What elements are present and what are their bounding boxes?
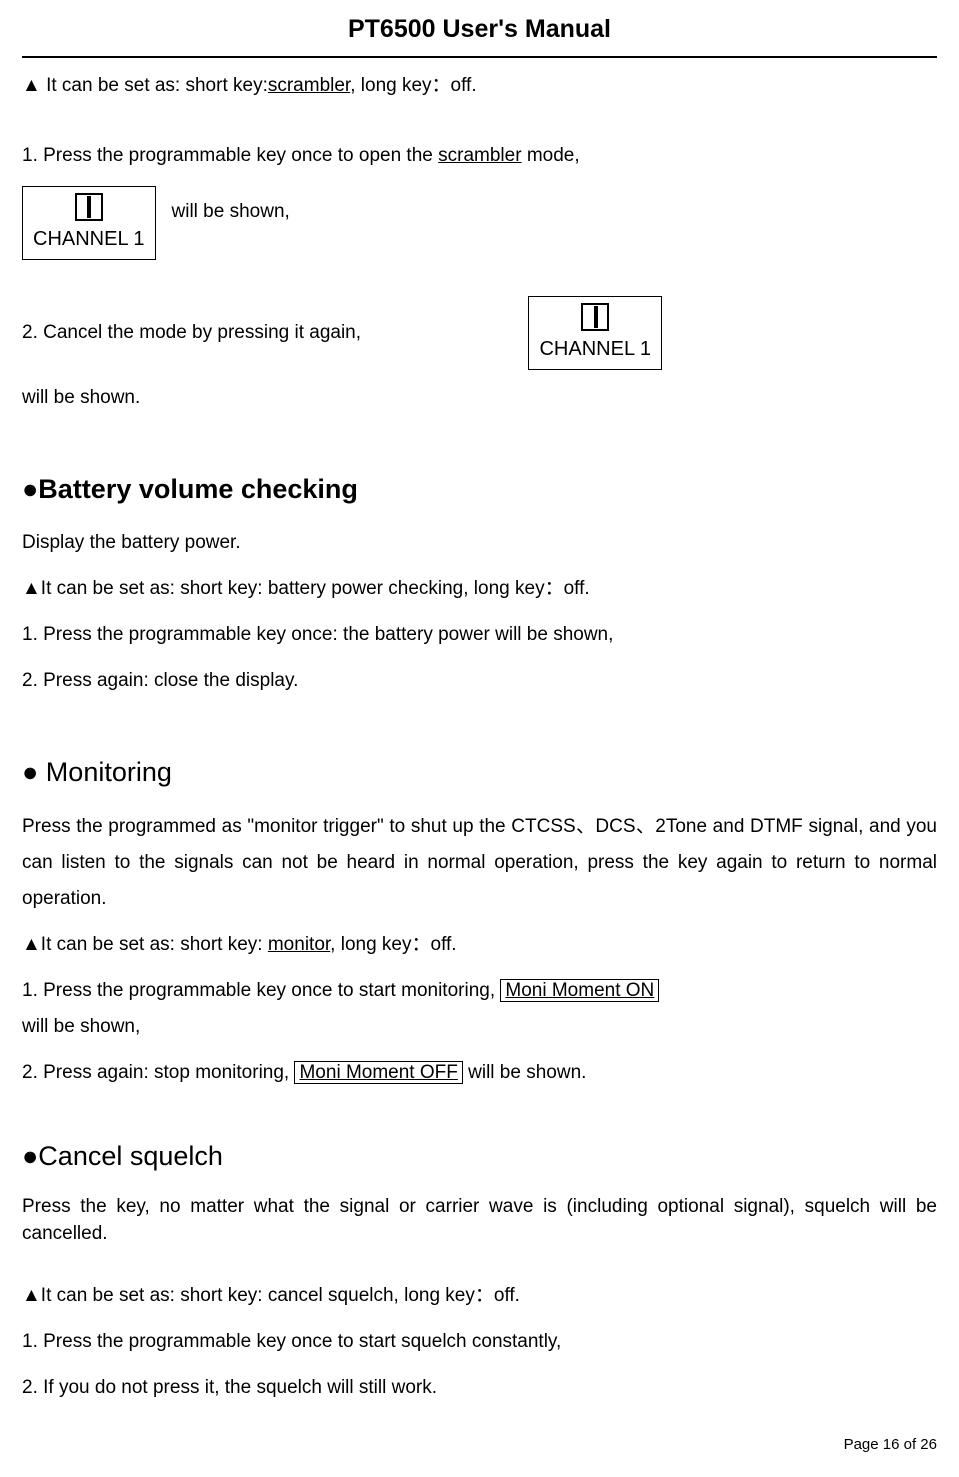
squelch-heading: ●Cancel squelch [22,1131,937,1182]
battery-l3: 1. Press the programmable key once: the … [22,617,937,653]
monitoring-l5-prefix: 2. Press again: stop monitoring, [22,1062,294,1083]
scrambler-intro-line: ▲ It can be set as: short key: scrambler… [22,68,937,104]
lcd-display-2: CHANNEL 1 [528,296,662,370]
squelch-l4: 2. If you do not press it, the squelch w… [22,1370,937,1406]
document-title: PT6500 User's Manual [22,6,937,58]
monitoring-l5: 2. Press again: stop monitoring, Moni Mo… [22,1055,937,1091]
battery-l4: 2. Press again: close the display. [22,663,937,699]
triangle-up-icon: ▲ It can be set as: short key: [22,68,268,104]
squelch-l2: ▲It can be set as: short key: cancel squ… [22,1278,937,1314]
scrambler-word: scrambler [268,75,350,96]
step2-after: will be shown. [22,380,937,416]
battery-l2: ▲It can be set as: short key: battery po… [22,571,937,607]
antenna-icon [581,303,609,331]
monitoring-l3: 1. Press the programmable key once to st… [22,973,937,1009]
step1-row: CHANNEL 1 will be shown, [22,186,937,260]
squelch-l3: 1. Press the programmable key once to st… [22,1324,937,1360]
lcd-text-2: CHANNEL 1 [539,337,651,361]
lcd-text-1: CHANNEL 1 [33,227,145,251]
lcd-display-1: CHANNEL 1 [22,186,156,260]
step2-before: 2. Cancel the mode by pressing it again, [22,315,361,351]
moni-off-box: Moni Moment OFF [294,1061,462,1084]
monitoring-l4: will be shown, [22,1009,937,1045]
page: PT6500 User's Manual ▲ It can be set as:… [0,0,959,1477]
intro-suffix: , long key：off. [350,75,476,96]
step1-underline: scrambler [438,145,521,166]
monitoring-l2-suffix: , long key：off. [330,934,456,955]
antenna-icon [75,193,103,221]
squelch-p1: Press the key, no matter what the signal… [22,1193,937,1248]
step1-suffix: mode, [522,145,580,166]
battery-heading: ●Battery volume checking [22,464,937,515]
page-number: Page 16 of 26 [844,1431,937,1460]
monitoring-heading: ● Monitoring [22,747,937,798]
step1-line: 1. Press the programmable key once to op… [22,138,937,174]
monitoring-l2: ▲It can be set as: short key: monitor, l… [22,927,937,963]
battery-l1: Display the battery power. [22,525,937,561]
monitoring-l2-prefix: ▲It can be set as: short key: [22,934,268,955]
step2-row: 2. Cancel the mode by pressing it again,… [22,296,662,370]
step1-prefix: 1. Press the programmable key once to op… [22,145,438,166]
moni-on-box: Moni Moment ON [500,979,659,1002]
monitoring-l2-underline: monitor [268,934,330,955]
step1-after-lcd: will be shown, [172,186,290,230]
monitoring-l3-prefix: 1. Press the programmable key once to st… [22,980,500,1001]
monitoring-p1: Press the programmed as "monitor trigger… [22,809,937,917]
monitoring-l5-suffix: will be shown. [463,1062,587,1083]
